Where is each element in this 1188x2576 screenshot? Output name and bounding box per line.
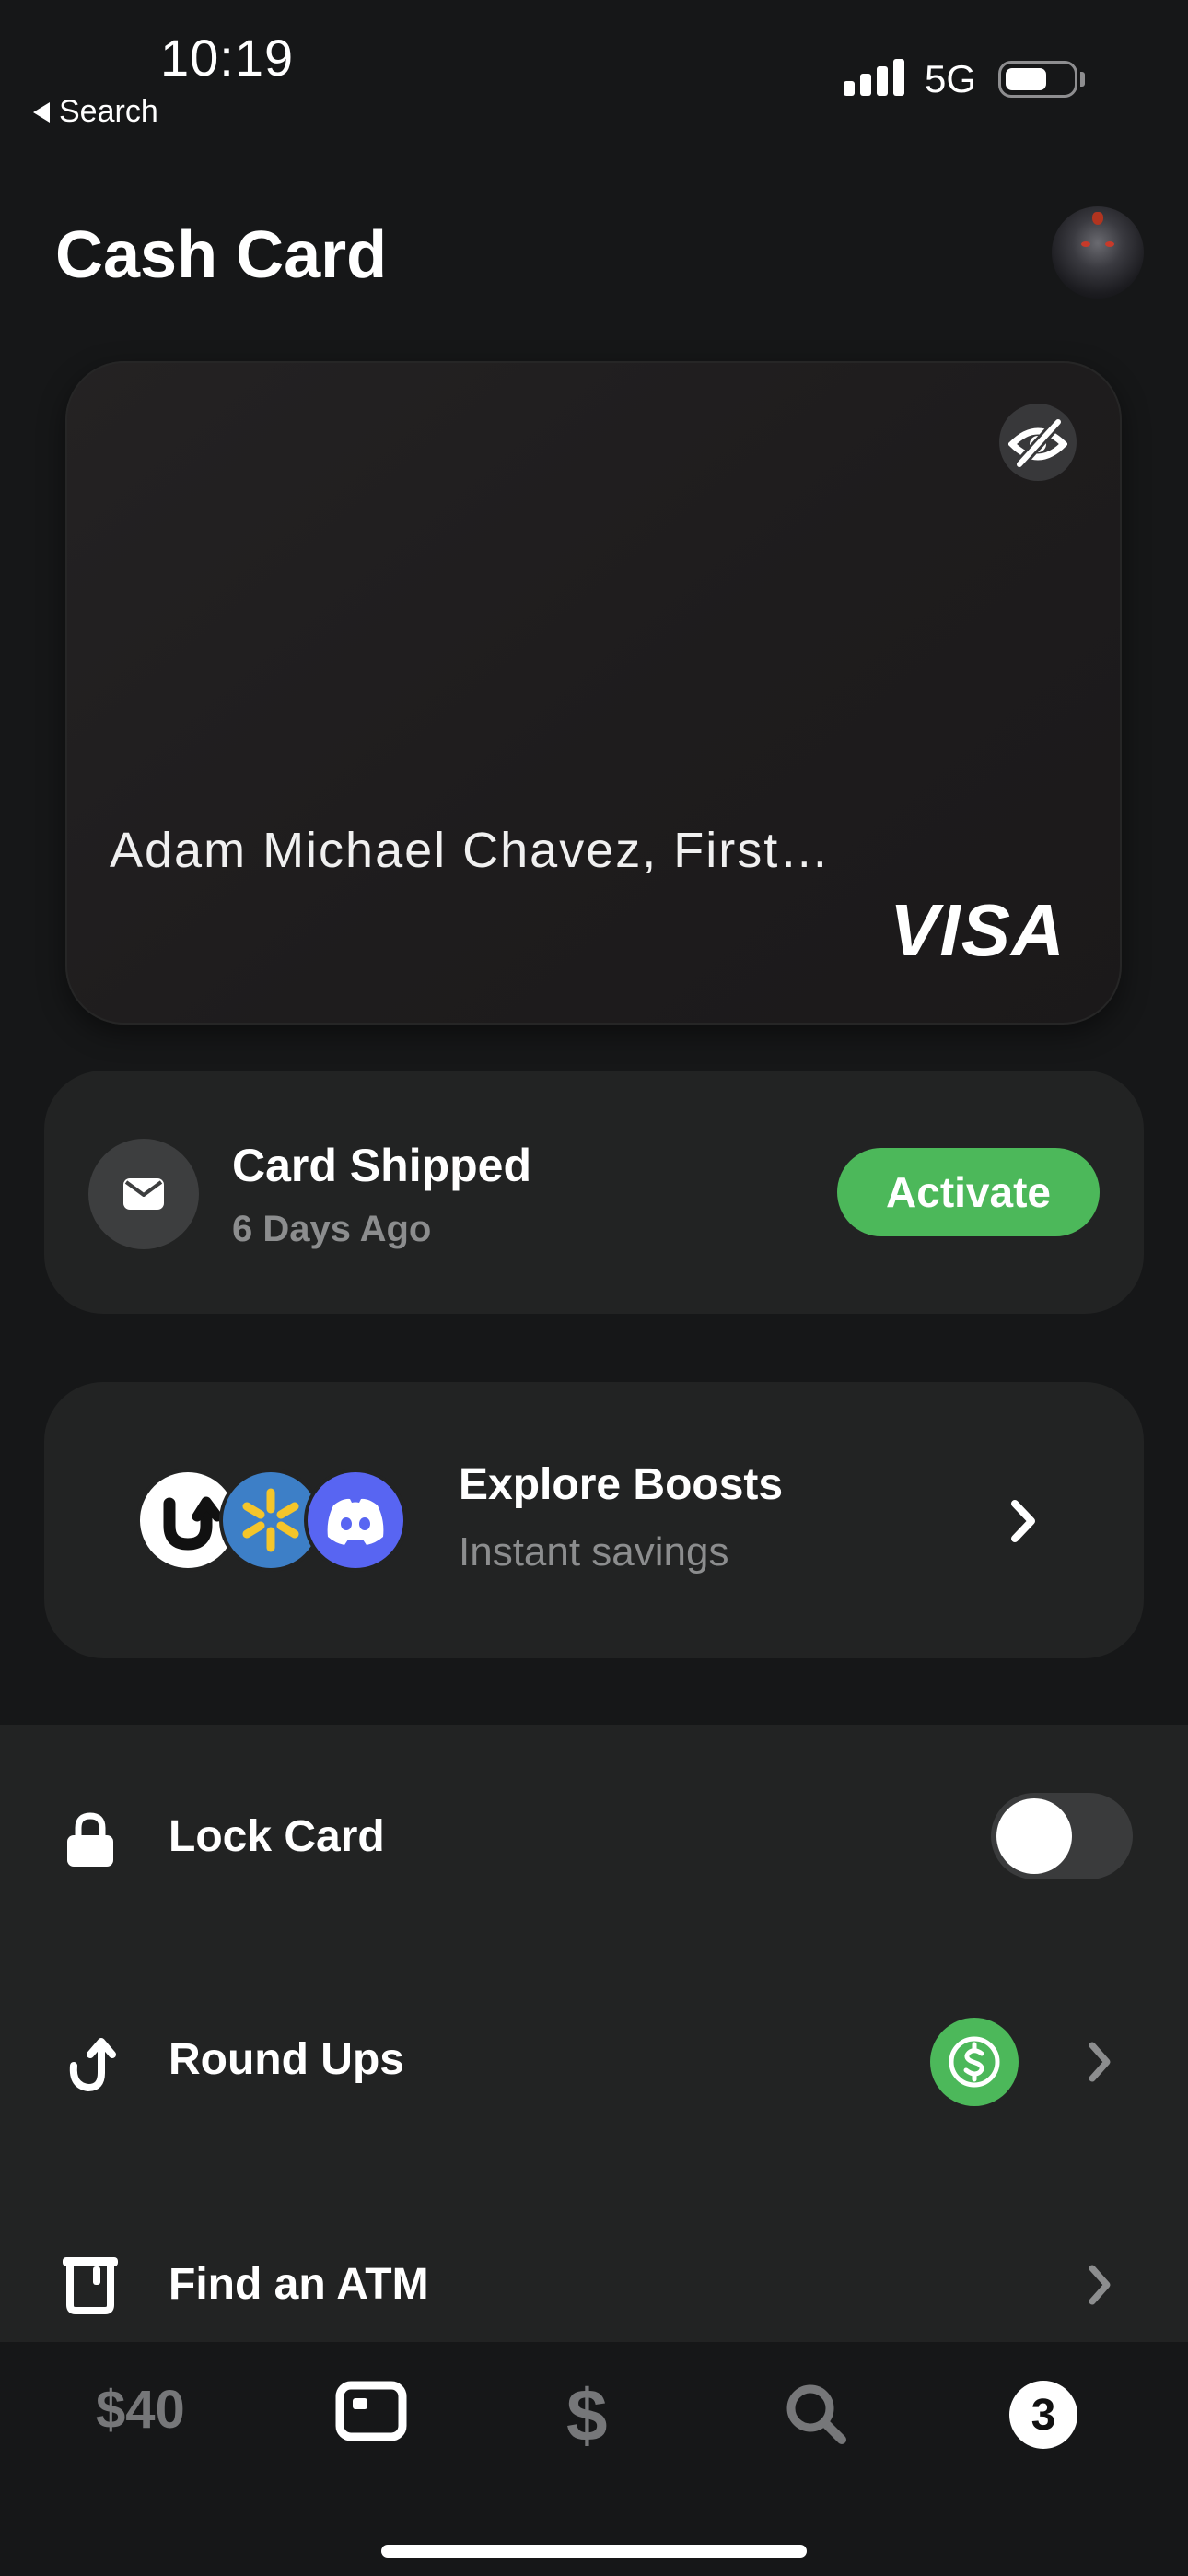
tab-activity-badge[interactable]: 3 (1009, 2381, 1077, 2449)
round-ups-label: Round Ups (169, 2035, 404, 2084)
tab-card-icon[interactable] (335, 2381, 407, 2446)
lock-card-toggle[interactable] (991, 1793, 1133, 1879)
back-label: Search (59, 94, 158, 129)
home-indicator (381, 2545, 807, 2558)
tab-pay-dollar-icon[interactable]: $ (566, 2373, 608, 2458)
eye-slash-icon (1008, 417, 1067, 468)
visa-logo: VISA (890, 889, 1066, 971)
atm-icon (61, 2254, 120, 2319)
status-time: 10:19 (160, 29, 295, 87)
boosts-subtitle: Instant savings (459, 1529, 729, 1575)
card-holder-name: Adam Michael Chavez, First… (110, 823, 832, 878)
find-atm-chevron-icon[interactable] (1087, 2263, 1112, 2312)
round-ups-arrow-icon (61, 2034, 116, 2098)
avatar-mark (1092, 212, 1103, 225)
profile-avatar[interactable] (1052, 206, 1144, 299)
page-title: Cash Card (55, 218, 388, 292)
lock-card-label: Lock Card (169, 1812, 385, 1861)
tab-balance[interactable]: $40 (96, 2379, 185, 2441)
envelope-icon (123, 1178, 164, 1210)
cellular-signal-icon (844, 57, 904, 96)
avatar-eye-left (1081, 241, 1090, 247)
shipping-subtitle: 6 Days Ago (232, 1209, 432, 1249)
battery-icon (998, 61, 1077, 98)
boosts-title: Explore Boosts (459, 1460, 784, 1509)
shipping-title: Card Shipped (232, 1140, 532, 1191)
chevron-right-icon[interactable] (1007, 1496, 1039, 1551)
toggle-knob (996, 1798, 1072, 1874)
find-atm-label: Find an ATM (169, 2260, 429, 2309)
lock-icon (64, 1811, 116, 1873)
activate-button[interactable]: Activate (837, 1148, 1100, 1236)
round-ups-chevron-icon[interactable] (1087, 2040, 1112, 2089)
discord-logo-icon (304, 1469, 407, 1572)
cash-dollar-icon (930, 2018, 1019, 2106)
avatar-eye-right (1105, 241, 1114, 247)
mail-icon-container (88, 1139, 199, 1249)
tab-search-icon[interactable] (783, 2381, 849, 2452)
hide-card-details-button[interactable] (999, 404, 1077, 481)
back-arrow-icon (33, 101, 50, 123)
network-type: 5G (925, 57, 977, 100)
back-to-search-link[interactable]: Search (33, 94, 158, 130)
battery-cap (1080, 72, 1085, 87)
